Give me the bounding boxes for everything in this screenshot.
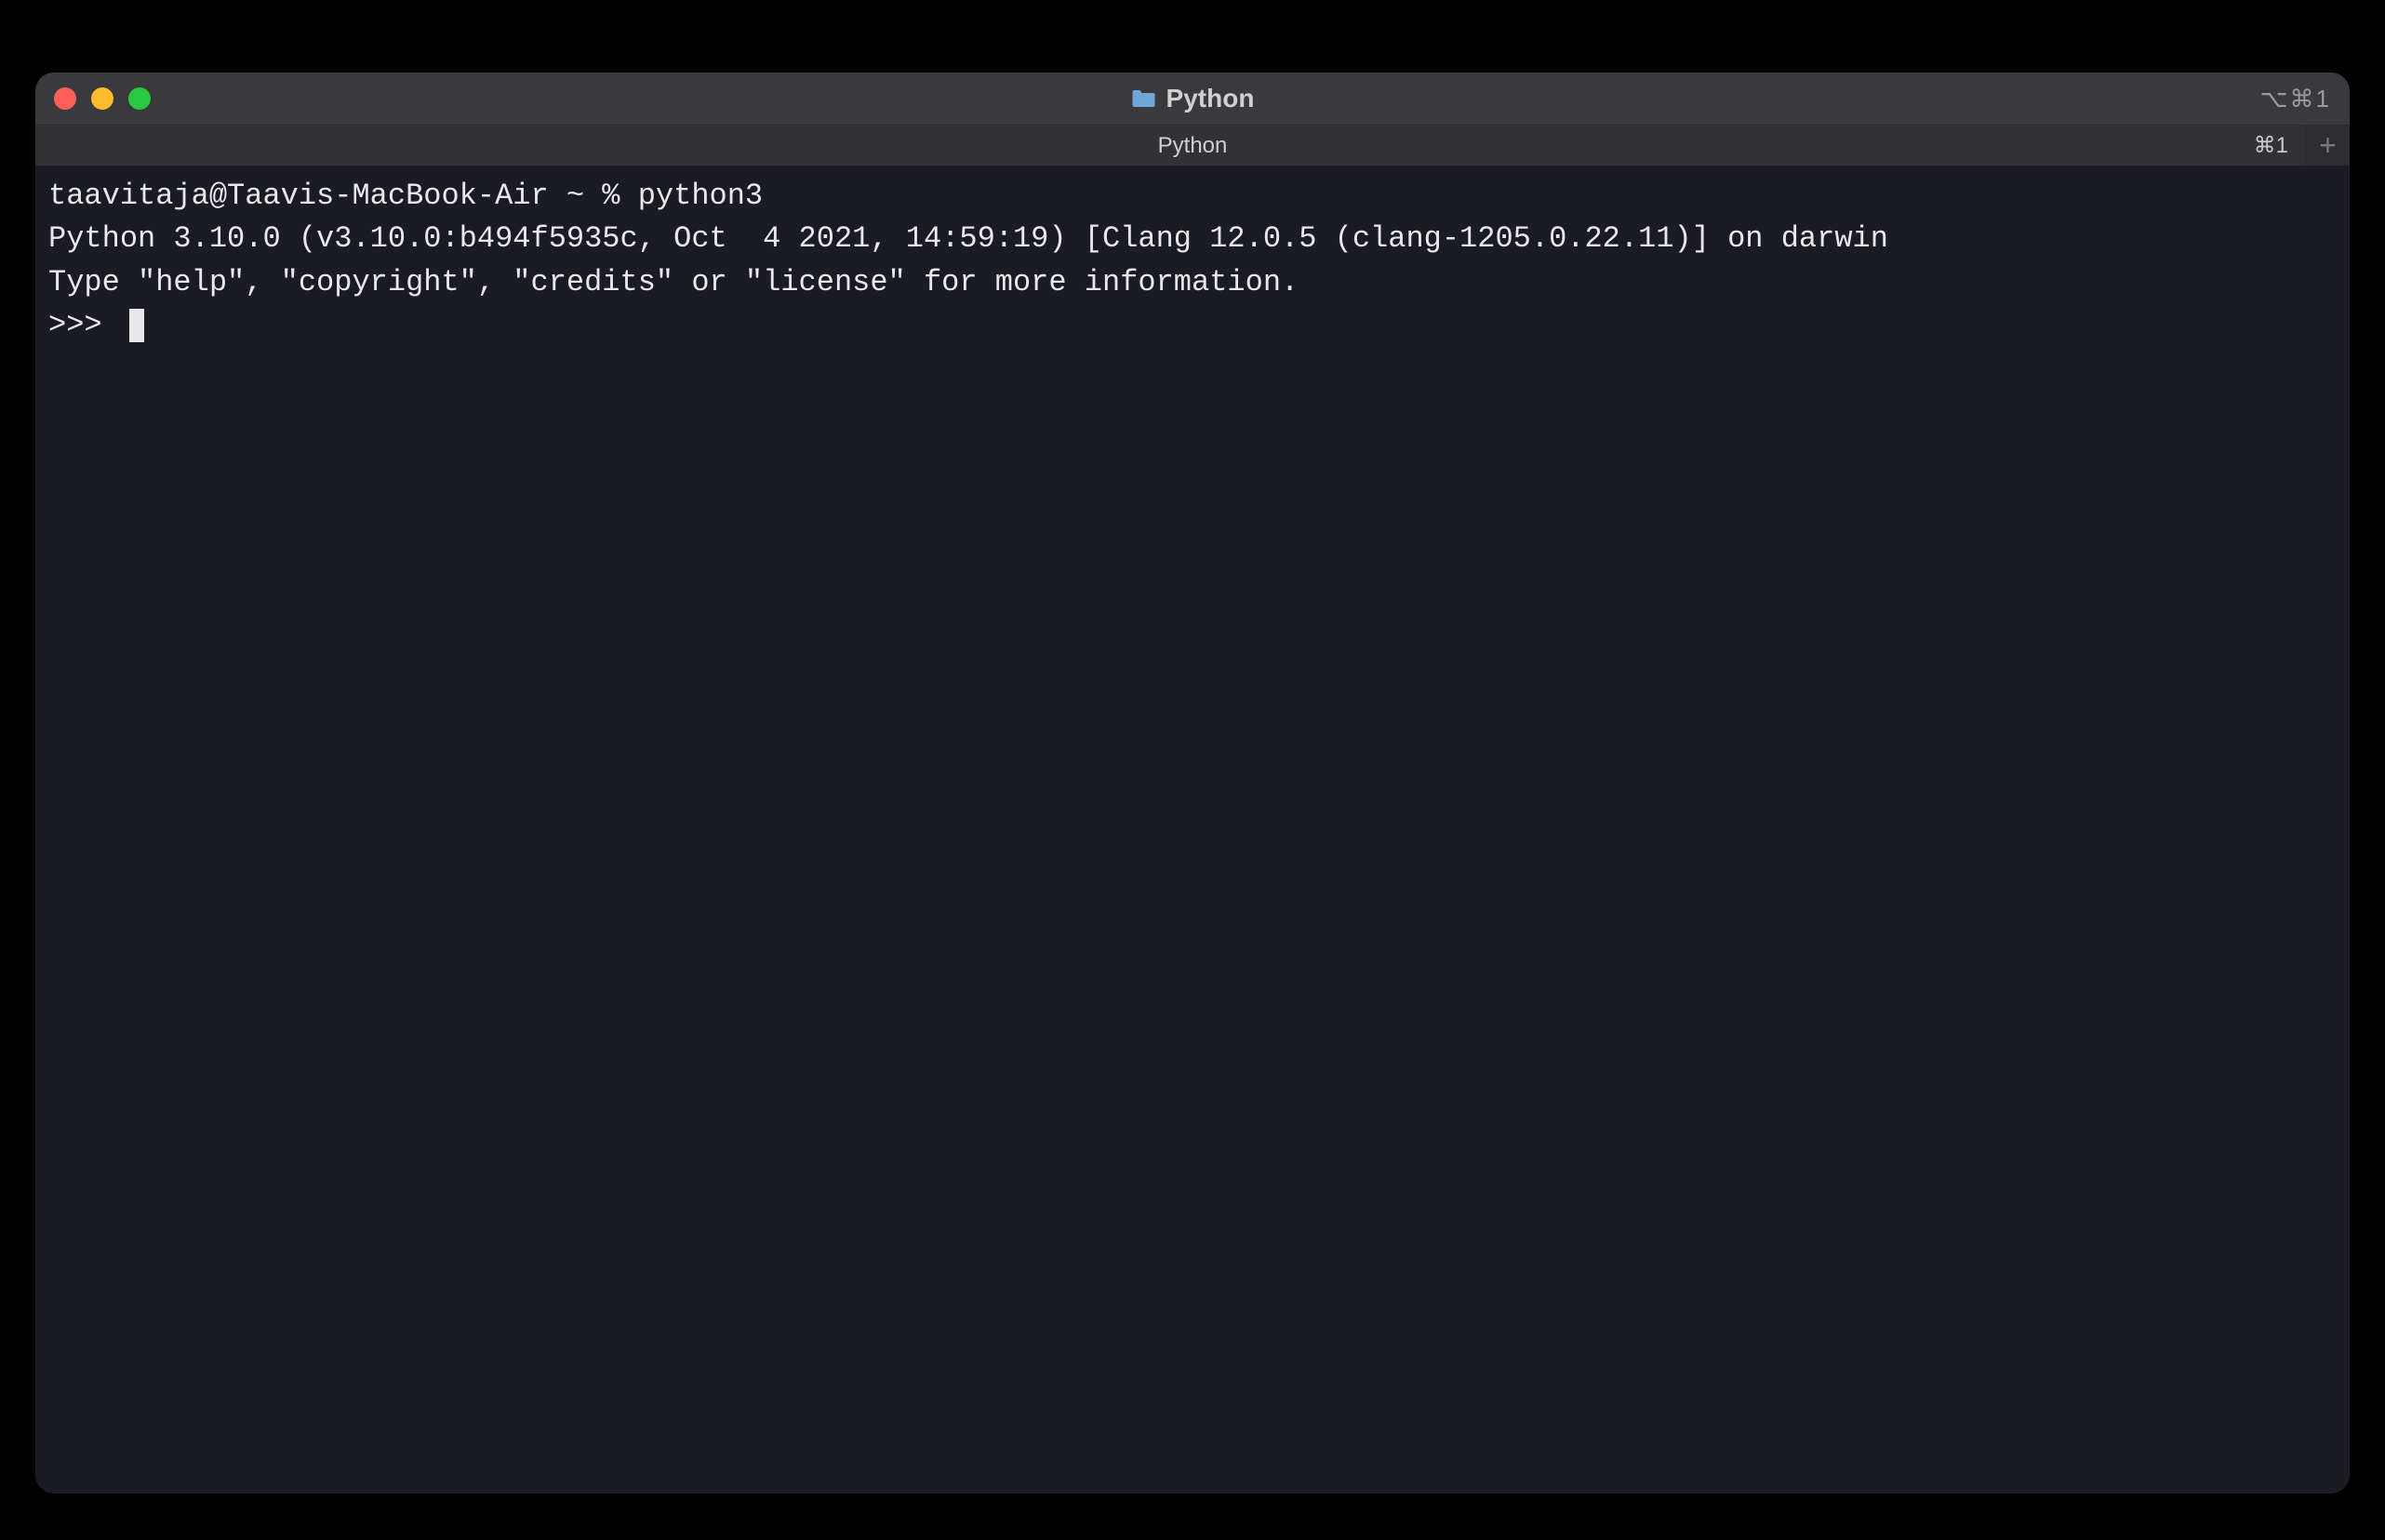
terminal-line: Type "help", "copyright", "credits" or "… [48,265,1299,299]
terminal-line: taavitaja@Taavis-MacBook-Air ~ % python3 [48,179,763,213]
minimize-button[interactable] [91,87,113,110]
folder-icon [1131,88,1157,109]
tab-shortcut: ⌘1 [2237,126,2305,166]
close-button[interactable] [54,87,76,110]
title-bar: Python ⌥⌘1 [35,73,2350,125]
tab-bar-right: ⌘1 + [2237,126,2350,166]
tab-bar: Python ⌘1 + [35,125,2350,166]
tab-label: Python [1158,133,1228,159]
terminal-line: Python 3.10.0 (v3.10.0:b494f5935c, Oct 4… [48,221,1888,256]
traffic-lights [54,87,151,110]
active-tab[interactable]: Python [1158,126,1228,166]
window-title: Python [1166,84,1255,113]
cursor [129,309,144,342]
repl-prompt: >>> [48,304,120,347]
new-tab-button[interactable]: + [2305,126,2350,166]
terminal-content[interactable]: taavitaja@Taavis-MacBook-Air ~ % python3… [35,166,2350,1494]
terminal-window: Python ⌥⌘1 Python ⌘1 + taavitaja@Taavis-… [35,73,2350,1494]
maximize-button[interactable] [128,87,151,110]
window-shortcut: ⌥⌘1 [2260,85,2331,113]
prompt-line: >>> [48,304,2337,347]
window-title-container: Python [1131,84,1255,113]
